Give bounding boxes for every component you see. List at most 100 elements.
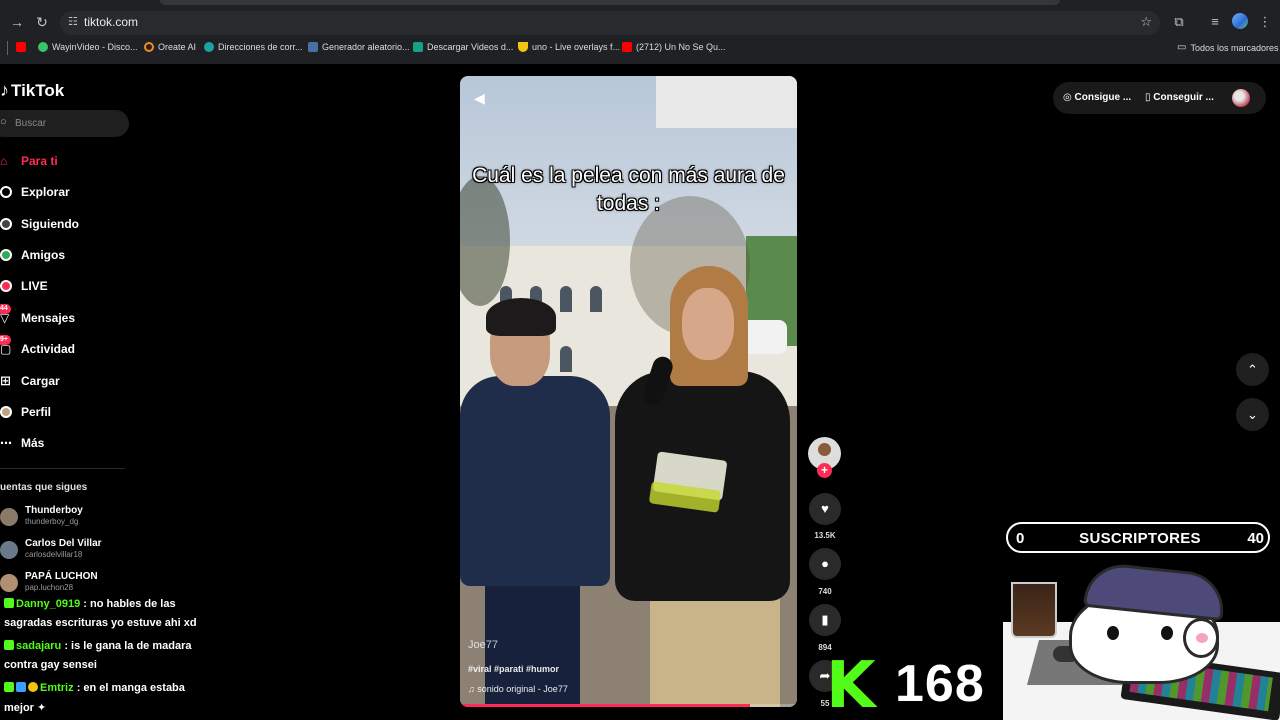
account-username: carlosdelvillar18 xyxy=(25,550,83,559)
nav-for-you[interactable]: ⌂ Para ti xyxy=(0,150,58,172)
chat-text: mejor xyxy=(4,702,34,714)
browser-profile-avatar[interactable] xyxy=(1232,13,1248,29)
nav-label: Actividad xyxy=(21,342,76,356)
home-icon: ⌂ xyxy=(0,154,8,168)
nav-label: Para ti xyxy=(21,154,58,168)
chat-text: : no hables de las xyxy=(83,598,176,610)
nav-upload[interactable]: ⊞ Cargar xyxy=(0,370,60,392)
comment-count: 740 xyxy=(818,587,832,596)
generator-icon xyxy=(308,42,318,52)
like-button[interactable]: ♥ xyxy=(809,493,841,525)
badge-icon xyxy=(16,682,26,692)
nav-explore[interactable]: Explorar xyxy=(0,181,70,203)
nav-more[interactable]: ⋯ Más xyxy=(0,432,44,454)
bookmarks-separator xyxy=(7,41,8,55)
bookmark-item[interactable]: Direcciones de corr... xyxy=(204,42,303,52)
user-avatar[interactable] xyxy=(1232,89,1250,107)
search-input[interactable]: ○ Buscar xyxy=(0,110,129,137)
nav-live[interactable]: LIVE xyxy=(0,275,48,297)
chat-message-cont: contra gay sensei xyxy=(4,659,97,671)
phone-icon: ▯ xyxy=(1145,92,1151,103)
download-icon xyxy=(413,42,423,52)
video-hashtags[interactable]: #viral #parati #humor xyxy=(468,664,559,674)
menu-kebab-icon[interactable]: ⋮ xyxy=(1256,13,1274,31)
extensions-icon[interactable]: ⧉ xyxy=(1170,13,1188,31)
chat-text: : en el manga estaba xyxy=(76,682,185,694)
address-bar[interactable]: ☷ tiktok.com ☆ xyxy=(60,11,1160,35)
nav-following[interactable]: Siguiendo xyxy=(0,213,79,235)
bookmark-label: Direcciones de corr... xyxy=(218,42,303,52)
follow-plus-button[interactable]: + xyxy=(817,463,832,478)
heart-icon: ♥ xyxy=(821,501,829,516)
previous-video-button[interactable]: ⌃ xyxy=(1236,353,1269,386)
bookmark-label: Generador aleatorio... xyxy=(322,42,410,52)
chat-username: Danny_0919 xyxy=(16,598,81,610)
video-sound[interactable]: ♫ sonido original - Joe77 xyxy=(468,684,568,694)
tiktok-logo[interactable]: ♪ TikTok xyxy=(0,80,64,101)
reload-icon[interactable]: ↻ xyxy=(33,13,51,31)
forward-icon[interactable]: → xyxy=(8,13,26,31)
bookmark-youtube-shortcut[interactable] xyxy=(16,42,26,52)
nav-messages[interactable]: ▽ 44 Mensajes xyxy=(0,304,75,329)
subs-goal: 40 xyxy=(1247,530,1264,547)
bookmark-item[interactable]: Generador aleatorio... xyxy=(308,42,410,52)
subs-current: 0 xyxy=(1016,530,1025,547)
activity-badge: 9+ xyxy=(0,335,11,345)
nav-label: Perfil xyxy=(21,405,52,419)
bookmark-label: uno - Live overlays f... xyxy=(532,42,621,52)
chat-message: Emtriz : en el manga estaba xyxy=(4,682,185,694)
chat-message-cont: sagradas escrituras yo estuve ahi xd xyxy=(4,617,197,629)
volume-muted-icon[interactable]: ◀ xyxy=(474,90,485,107)
wayinvideo-icon xyxy=(38,42,48,52)
video-sound-label: sonido original - Joe77 xyxy=(477,684,568,694)
kick-logo-icon: K xyxy=(826,649,876,720)
video-author[interactable]: Joe77 xyxy=(468,639,498,651)
kick-badge-icon xyxy=(4,598,14,608)
video-player[interactable]: Cuál es la pelea con más aura de todas :… xyxy=(460,76,797,707)
get-app-button[interactable]: ▯ Conseguir ... xyxy=(1145,92,1214,103)
video-progress-fill xyxy=(460,704,750,707)
live-icon xyxy=(0,280,12,292)
promo-label: Conseguir ... xyxy=(1153,92,1214,103)
bookmark-item[interactable]: uno - Live overlays f... xyxy=(518,42,620,52)
mascot-eye xyxy=(1161,626,1173,640)
video-person-right xyxy=(610,266,797,707)
get-coins-button[interactable]: ◎ Consigue ... xyxy=(1063,92,1131,103)
mascot-eye xyxy=(1107,626,1119,640)
all-bookmarks[interactable]: ▭ Todos los marcadores xyxy=(1177,42,1279,53)
next-video-button[interactable]: ⌄ xyxy=(1236,398,1269,431)
coin-icon: ◎ xyxy=(1063,92,1072,103)
comment-button[interactable]: ● xyxy=(809,548,841,580)
site-info-icon[interactable]: ☷ xyxy=(68,15,82,29)
bookmark-item[interactable]: WayinVideo - Disco... xyxy=(38,42,138,52)
chat-text: : is le gana la de madara xyxy=(64,640,192,652)
nav-friends[interactable]: Amigos xyxy=(0,244,65,266)
mascot-cup xyxy=(1011,582,1057,638)
chat-message: sadajaru : is le gana la de madara xyxy=(4,640,191,652)
youtube-icon xyxy=(16,42,26,52)
bookmark-icon: ▮ xyxy=(821,612,829,627)
account-username: pap.luchon28 xyxy=(25,583,74,592)
save-button[interactable]: ▮ xyxy=(809,604,841,636)
sidebar-divider xyxy=(0,468,125,469)
bookmark-item[interactable]: (2712) Un No Se Qu... xyxy=(622,42,726,52)
nav-profile[interactable]: Perfil xyxy=(0,401,51,423)
kick-badge-icon xyxy=(4,682,14,692)
media-control-icon[interactable]: ≡ xyxy=(1206,13,1224,31)
chevron-up-icon: ⌃ xyxy=(1247,362,1258,377)
bookmark-item[interactable]: Oreate AI xyxy=(144,42,196,52)
email-icon xyxy=(204,42,214,52)
bookmark-star-icon[interactable]: ☆ xyxy=(1140,14,1152,30)
bookmark-item[interactable]: Descargar Videos d... xyxy=(413,42,513,52)
nav-activity[interactable]: ▢ 9+ Actividad xyxy=(0,335,76,360)
video-scene-arch xyxy=(656,76,797,128)
like-count: 13.5K xyxy=(814,531,836,540)
chat-text: contra gay sensei xyxy=(4,659,97,671)
video-progress-bar[interactable] xyxy=(460,704,797,707)
browser-chrome: → ↻ ☷ tiktok.com ☆ ⧉ ≡ ⋮ WayinVideo - Di… xyxy=(0,0,1280,64)
streamer-mascot-overlay xyxy=(1003,560,1280,720)
subs-label: SUSCRIPTORES xyxy=(1079,530,1201,547)
upload-icon: ⊞ xyxy=(0,373,11,388)
all-bookmarks-label: Todos los marcadores xyxy=(1190,42,1279,53)
overlay-icon xyxy=(518,42,528,52)
